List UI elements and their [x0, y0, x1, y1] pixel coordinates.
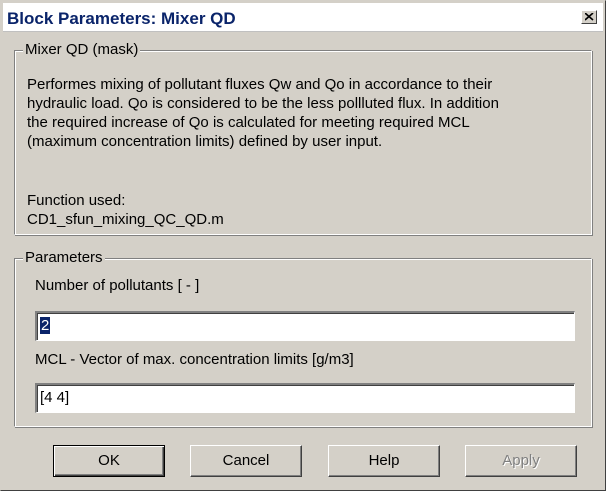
mcl-vector-label: MCL - Vector of max. concentration limit… [35, 351, 354, 368]
mask-description-group: Mixer QD (mask) Performes mixing of poll… [14, 41, 592, 235]
close-button[interactable] [581, 10, 597, 24]
title-bar[interactable]: Block Parameters: Mixer QD [3, 3, 603, 32]
window-title: Block Parameters: Mixer QD [7, 9, 236, 28]
pollutant-count-input[interactable]: 2 [35, 311, 575, 341]
mask-description: Performes mixing of pollutant fluxes Qw … [27, 75, 587, 151]
description-line: Performes mixing of pollutant fluxes Qw … [27, 76, 493, 93]
description-line: the required increase of Qo is calculate… [27, 114, 470, 131]
ok-button[interactable]: OK [53, 445, 165, 477]
cancel-button[interactable]: Cancel [190, 445, 302, 477]
close-icon [585, 13, 594, 21]
function-name: CD1_sfun_mixing_QC_QD.m [27, 211, 224, 228]
description-line: hydraulic load. Qo is considered to be t… [27, 95, 499, 112]
function-used-label: Function used: [27, 192, 126, 209]
mcl-vector-input[interactable]: [4 4] [35, 383, 575, 413]
description-line: (maximum concentration limits) defined b… [27, 133, 383, 150]
mcl-vector-value: [4 4] [40, 389, 70, 406]
parameters-group: Parameters Number of pollutants [ - ] 2 … [14, 249, 592, 427]
pollutant-count-value: 2 [40, 317, 51, 334]
apply-button[interactable]: Apply [465, 445, 577, 477]
pollutant-count-label: Number of pollutants [ - ] [35, 277, 200, 294]
help-button[interactable]: Help [328, 445, 440, 477]
block-parameters-dialog: Block Parameters: Mixer QD Mixer QD (mas… [0, 0, 606, 491]
mask-group-legend: Mixer QD (mask) [23, 41, 141, 59]
parameters-group-legend: Parameters [23, 249, 105, 267]
